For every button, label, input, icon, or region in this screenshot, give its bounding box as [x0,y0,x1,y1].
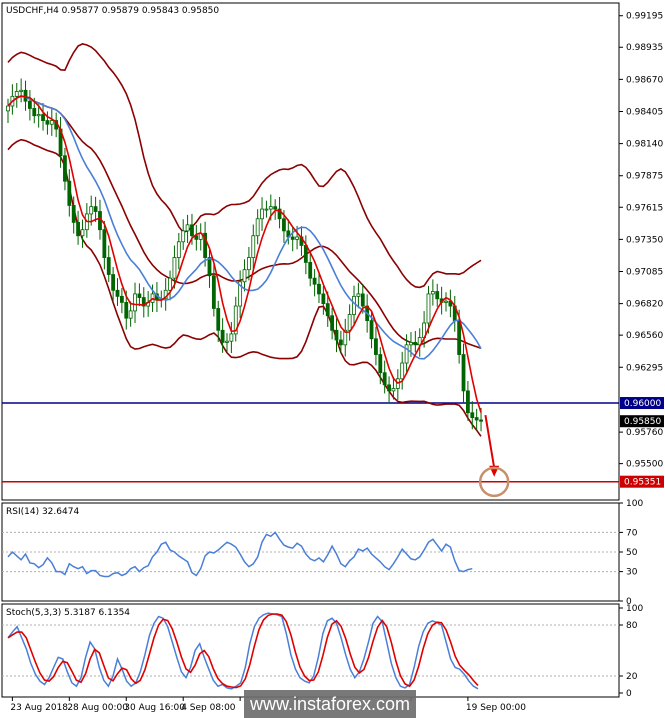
rsi-tick-label: 50 [626,548,638,558]
price-tick-label: 0.98140 [626,140,663,150]
rsi-tick-label: 100 [626,499,643,509]
main-price-axis: 0.99195 0.98935 0.98670 0.98405 0.98140 0.978… [619,12,664,488]
support-level-label: 0.96000 [624,399,661,409]
stoch-tick-label: 100 [626,604,643,614]
price-tick-label: 0.97615 [626,203,663,213]
target-level-label: 0.95351 [624,478,661,488]
stoch-axis: 100 80 20 0 [619,604,643,699]
stoch-tick-label: 80 [626,621,638,631]
price-tick-label: 0.98405 [626,107,663,117]
price-tick-label: 0.95760 [626,428,663,438]
time-tick-label: 30 Aug 16:00 [124,703,185,713]
current-price-label: 0.95850 [624,417,661,427]
rsi-tick-label: 30 [626,568,638,578]
time-tick-label: 4 Sep 08:00 [181,703,236,713]
rsi-tick-label: 70 [626,528,638,538]
price-tick-label: 0.99195 [626,12,663,22]
price-tick-label: 0.96295 [626,363,663,373]
rsi-header: RSI(14) 32.6474 [6,507,79,517]
watermark-text: www.instaforex.com [249,694,410,714]
price-tick-label: 0.96560 [626,331,663,341]
rsi-axis: 1007050300 [619,499,643,607]
time-tick-label: 19 Sep 00:00 [466,703,526,713]
stoch-tick-label: 20 [626,672,638,682]
price-tick-label: 0.98670 [626,75,663,85]
price-tick-label: 0.97350 [626,235,663,245]
chart-canvas: 0.99195 0.98935 0.98670 0.98405 0.98140 0.978… [1,2,664,718]
time-tick-label: 23 Aug 2018 [10,703,68,713]
price-tick-label: 0.97875 [626,172,663,182]
price-tick-label: 0.95500 [626,460,663,470]
main-header: USDCHF,H4 0.95877 0.95879 0.95843 0.9585… [6,6,219,16]
watermark: www.instaforex.com [244,690,416,718]
price-tick-label: 0.97085 [626,268,663,278]
stoch-tick-label: 0 [626,689,632,699]
price-tick-label: 0.98935 [626,43,663,53]
price-tick-label: 0.96820 [626,300,663,310]
stoch-header: Stoch(5,3,3) 5.3187 6.1354 [6,608,130,618]
time-tick-label: 28 Aug 00:00 [67,703,128,713]
